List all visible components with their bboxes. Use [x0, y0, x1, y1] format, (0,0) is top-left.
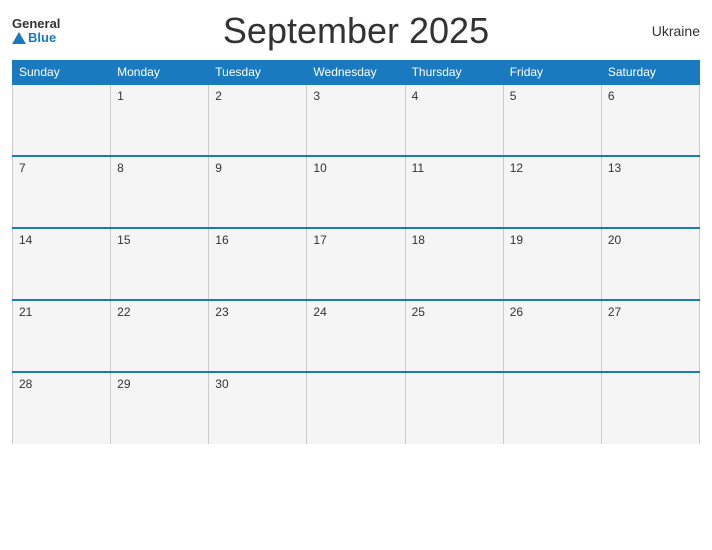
logo-blue-row: Blue	[12, 31, 56, 45]
weekday-header-friday: Friday	[503, 61, 601, 85]
calendar-cell: 1	[111, 84, 209, 156]
day-number: 20	[608, 233, 621, 247]
day-number: 15	[117, 233, 130, 247]
calendar-cell: 21	[13, 300, 111, 372]
day-number: 14	[19, 233, 32, 247]
calendar-cell: 5	[503, 84, 601, 156]
calendar-cell: 26	[503, 300, 601, 372]
weekday-header-thursday: Thursday	[405, 61, 503, 85]
day-number: 3	[313, 89, 320, 103]
day-number: 21	[19, 305, 32, 319]
day-number: 8	[117, 161, 124, 175]
day-number: 6	[608, 89, 615, 103]
calendar-cell	[503, 372, 601, 444]
day-number: 30	[215, 377, 228, 391]
calendar-cell: 20	[601, 228, 699, 300]
day-number: 12	[510, 161, 523, 175]
weekday-header-monday: Monday	[111, 61, 209, 85]
logo-triangle-icon	[12, 32, 26, 44]
calendar-cell: 3	[307, 84, 405, 156]
logo-blue-text: Blue	[28, 31, 56, 45]
calendar-header-row: SundayMondayTuesdayWednesdayThursdayFrid…	[13, 61, 700, 85]
logo: General Blue	[12, 17, 102, 46]
day-number: 28	[19, 377, 32, 391]
day-number: 13	[608, 161, 621, 175]
country-label: Ukraine	[610, 23, 700, 39]
calendar-cell: 29	[111, 372, 209, 444]
calendar-cell: 8	[111, 156, 209, 228]
calendar-grid: SundayMondayTuesdayWednesdayThursdayFrid…	[12, 60, 700, 444]
calendar-title: September 2025	[102, 10, 610, 52]
calendar-cell: 14	[13, 228, 111, 300]
day-number: 19	[510, 233, 523, 247]
calendar-cell	[13, 84, 111, 156]
day-number: 22	[117, 305, 130, 319]
calendar-cell: 10	[307, 156, 405, 228]
calendar-cell: 11	[405, 156, 503, 228]
calendar-cell	[405, 372, 503, 444]
calendar-cell: 22	[111, 300, 209, 372]
calendar-cell: 28	[13, 372, 111, 444]
day-number: 25	[412, 305, 425, 319]
day-number: 24	[313, 305, 326, 319]
calendar-body: 1234567891011121314151617181920212223242…	[13, 84, 700, 444]
calendar-cell: 9	[209, 156, 307, 228]
calendar-cell: 30	[209, 372, 307, 444]
calendar-cell	[307, 372, 405, 444]
logo-general-text: General	[12, 17, 60, 31]
day-number: 16	[215, 233, 228, 247]
week-row-2: 14 15 16 17 18 19 20	[13, 228, 700, 300]
calendar-header: General Blue September 2025 Ukraine	[12, 10, 700, 52]
calendar-cell: 25	[405, 300, 503, 372]
calendar-cell: 7	[13, 156, 111, 228]
week-row-0: 1 2 3 4 5 6	[13, 84, 700, 156]
day-number: 5	[510, 89, 517, 103]
calendar-cell: 15	[111, 228, 209, 300]
week-row-1: 7 8 9 10 11 12 13	[13, 156, 700, 228]
calendar-cell: 13	[601, 156, 699, 228]
day-number: 10	[313, 161, 326, 175]
day-number: 23	[215, 305, 228, 319]
calendar-cell: 27	[601, 300, 699, 372]
calendar-cell: 18	[405, 228, 503, 300]
calendar-cell: 4	[405, 84, 503, 156]
day-number: 17	[313, 233, 326, 247]
weekday-header-tuesday: Tuesday	[209, 61, 307, 85]
calendar-cell: 12	[503, 156, 601, 228]
calendar-container: General Blue September 2025 Ukraine Sund…	[0, 0, 712, 550]
weekday-header-row: SundayMondayTuesdayWednesdayThursdayFrid…	[13, 61, 700, 85]
weekday-header-wednesday: Wednesday	[307, 61, 405, 85]
calendar-cell: 24	[307, 300, 405, 372]
day-number: 11	[412, 161, 424, 175]
calendar-cell	[601, 372, 699, 444]
calendar-cell: 23	[209, 300, 307, 372]
week-row-4: 28 29 30	[13, 372, 700, 444]
day-number: 4	[412, 89, 419, 103]
week-row-3: 21 22 23 24 25 26 27	[13, 300, 700, 372]
calendar-cell: 19	[503, 228, 601, 300]
calendar-cell: 6	[601, 84, 699, 156]
calendar-cell: 2	[209, 84, 307, 156]
day-number: 1	[117, 89, 124, 103]
day-number: 7	[19, 161, 26, 175]
weekday-header-sunday: Sunday	[13, 61, 111, 85]
calendar-cell: 17	[307, 228, 405, 300]
day-number: 27	[608, 305, 621, 319]
day-number: 2	[215, 89, 222, 103]
weekday-header-saturday: Saturday	[601, 61, 699, 85]
day-number: 9	[215, 161, 222, 175]
day-number: 26	[510, 305, 523, 319]
day-number: 29	[117, 377, 130, 391]
calendar-cell: 16	[209, 228, 307, 300]
day-number: 18	[412, 233, 425, 247]
